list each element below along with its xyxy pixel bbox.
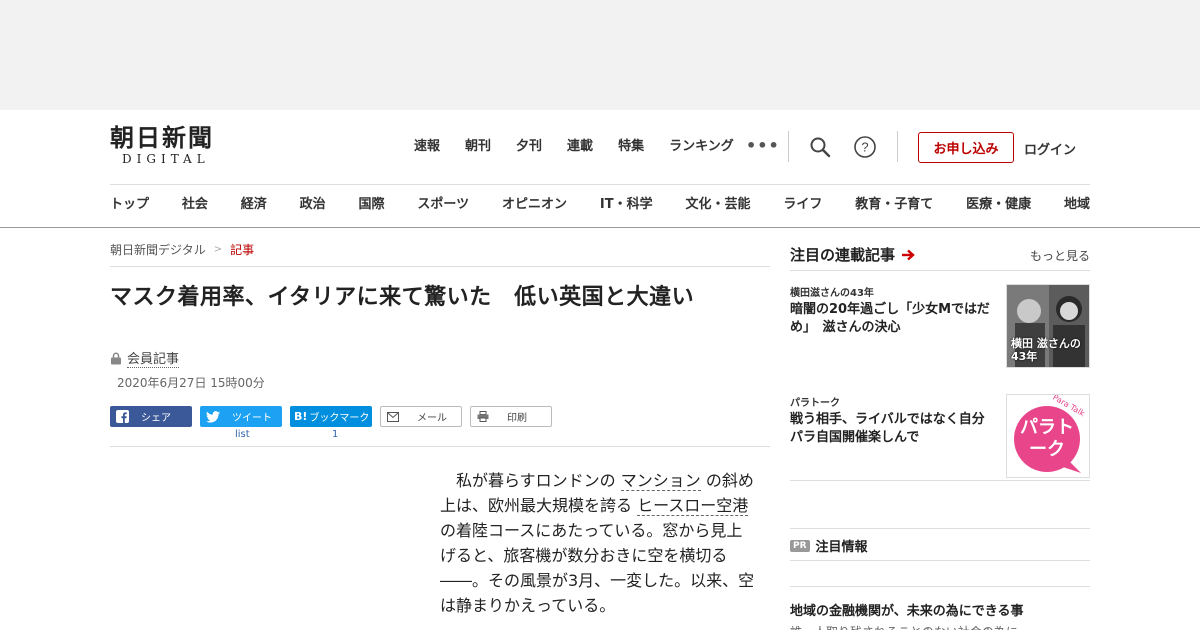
- article-body: 私が暮らすロンドンの マンション の斜め上は、欧州最大規模を誇る ヒースロー空港…: [440, 468, 755, 618]
- breadcrumb: 朝日新聞デジタル > 記事: [110, 241, 254, 258]
- facebook-icon: [116, 410, 129, 423]
- search-icon[interactable]: [807, 134, 833, 160]
- site-logo[interactable]: 朝日新聞 DIGITAL: [110, 123, 246, 170]
- sidebar-rule: [790, 270, 1090, 271]
- top-nav-sokuho[interactable]: 速報: [414, 138, 440, 156]
- sidebar-article-headline: 戦う相手、ライバルではなく自分 パラ自国開催楽しんで: [790, 412, 998, 445]
- sidebar-more-link[interactable]: もっと見る: [1030, 247, 1090, 264]
- category-economy[interactable]: 経済: [241, 196, 267, 214]
- header-divider: [897, 131, 898, 162]
- sidebar-thumbnail-para-talk[interactable]: Para Talk パラトーク: [1006, 394, 1090, 478]
- term-link-mansion[interactable]: マンション: [620, 471, 701, 491]
- arrow-right-icon: [902, 249, 915, 260]
- share-rule: [110, 446, 770, 447]
- category-culture[interactable]: 文化・芸能: [685, 196, 750, 214]
- sidebar-rule: [790, 560, 1090, 561]
- twitter-icon: [206, 410, 220, 423]
- header-rule: [110, 184, 1090, 185]
- member-badge[interactable]: 会員記事: [110, 348, 180, 368]
- category-nav: トップ 社会 経済 政治 国際 スポーツ オピニオン IT・科学 文化・芸能 ラ…: [110, 196, 1090, 214]
- category-health[interactable]: 医療・健康: [966, 196, 1031, 214]
- category-life[interactable]: ライフ: [783, 196, 822, 214]
- top-nav-ranking[interactable]: ランキング: [669, 138, 734, 156]
- breadcrumb-separator: >: [213, 244, 223, 255]
- top-nav-choukan[interactable]: 朝刊: [465, 138, 491, 156]
- site-header: 朝日新聞 DIGITAL 速報 朝刊 夕刊 連載 特集 ランキング ••• ? …: [0, 110, 1200, 228]
- body-text: 私が暮らすロンドンの: [456, 471, 616, 490]
- login-link[interactable]: ログイン: [1024, 139, 1076, 158]
- pr-heading: PR 注目情報: [790, 536, 868, 555]
- sidebar-heading-label: 注目の連載記事: [790, 246, 896, 264]
- mail-icon: [387, 411, 399, 422]
- print-label: 印刷: [507, 413, 527, 424]
- category-local[interactable]: 地域: [1064, 196, 1090, 214]
- top-nav-rensai[interactable]: 連載: [567, 138, 593, 156]
- pr-badge: PR: [790, 539, 810, 552]
- twitter-count[interactable]: list: [235, 429, 250, 440]
- share-bar: シェア ツイート B! ブックマーク メール 印刷: [110, 406, 552, 427]
- category-top[interactable]: トップ: [110, 196, 149, 214]
- top-nav-tokushu[interactable]: 特集: [618, 138, 644, 156]
- mail-share-label: メール: [417, 413, 447, 424]
- print-button[interactable]: 印刷: [470, 406, 552, 427]
- article-title: マスク着用率、イタリアに来て驚いた 低い英国と大違い: [110, 285, 695, 310]
- ad-banner-area: [0, 0, 1200, 110]
- top-nav-yukan[interactable]: 夕刊: [516, 138, 542, 156]
- sidebar-thumbnail-yokota[interactable]: 横田 滋さんの43年: [1006, 284, 1090, 368]
- sidebar-rule: [790, 480, 1090, 481]
- lock-icon: [111, 352, 121, 364]
- category-politics[interactable]: 政治: [300, 196, 326, 214]
- pr-item-subtitle[interactable]: 誰一人取り残されることのない社会の為に: [790, 623, 1018, 630]
- sidebar-rule: [790, 586, 1090, 587]
- article-date: 2020年6月27日 15時00分: [117, 376, 265, 390]
- category-it-science[interactable]: IT・科学: [600, 196, 653, 214]
- sidebar-article-headline: 暗闇の20年過ごし「少女Mではだめ」 滋さんの決心: [790, 302, 990, 335]
- pr-heading-label: 注目情報: [815, 540, 868, 555]
- apply-button[interactable]: お申し込み: [918, 132, 1014, 163]
- twitter-share-button[interactable]: ツイート: [200, 406, 282, 427]
- category-international[interactable]: 国際: [359, 196, 385, 214]
- breadcrumb-current[interactable]: 記事: [230, 241, 254, 258]
- body-text: の着陸コースにあたっている。窓から見上げると、旅客機が数分おきに空を横切る――。…: [440, 521, 755, 615]
- pr-item-title[interactable]: 地域の金融機関が、未来の為にできる事: [790, 600, 1023, 619]
- svg-text:?: ?: [861, 140, 868, 155]
- member-label: 会員記事: [127, 348, 180, 368]
- twitter-share-label: ツイート: [232, 413, 272, 424]
- category-opinion[interactable]: オピニオン: [502, 196, 567, 214]
- help-icon[interactable]: ?: [852, 134, 878, 160]
- sidebar-heading[interactable]: 注目の連載記事: [790, 244, 915, 265]
- print-icon: [477, 411, 489, 422]
- hatena-bookmark-button[interactable]: B! ブックマーク: [290, 406, 372, 427]
- para-talk-logo-text: パラトーク: [1020, 417, 1074, 460]
- category-sports[interactable]: スポーツ: [417, 196, 469, 214]
- more-menu-button[interactable]: •••: [746, 136, 780, 155]
- sidebar-rule: [790, 528, 1090, 529]
- logo-sub-text: DIGITAL: [110, 152, 246, 166]
- term-link-heathrow[interactable]: ヒースロー空港: [637, 496, 749, 516]
- facebook-share-label: シェア: [141, 413, 171, 424]
- breadcrumb-home[interactable]: 朝日新聞デジタル: [110, 241, 206, 258]
- facebook-share-button[interactable]: シェア: [110, 406, 192, 427]
- hatena-bookmark-label: ブックマーク: [309, 413, 370, 424]
- hatena-count[interactable]: 1: [332, 429, 338, 440]
- category-society[interactable]: 社会: [182, 196, 208, 214]
- yokota-thumb-caption: 横田 滋さんの43年: [1011, 337, 1081, 363]
- category-education[interactable]: 教育・子育て: [855, 196, 933, 214]
- hatena-icon: B!: [294, 410, 308, 423]
- top-nav: 速報 朝刊 夕刊 連載 特集 ランキング: [414, 138, 759, 156]
- mail-share-button[interactable]: メール: [380, 406, 462, 427]
- header-divider: [788, 131, 789, 162]
- breadcrumb-rule: [110, 266, 770, 267]
- logo-main-text: 朝日新聞: [110, 123, 214, 152]
